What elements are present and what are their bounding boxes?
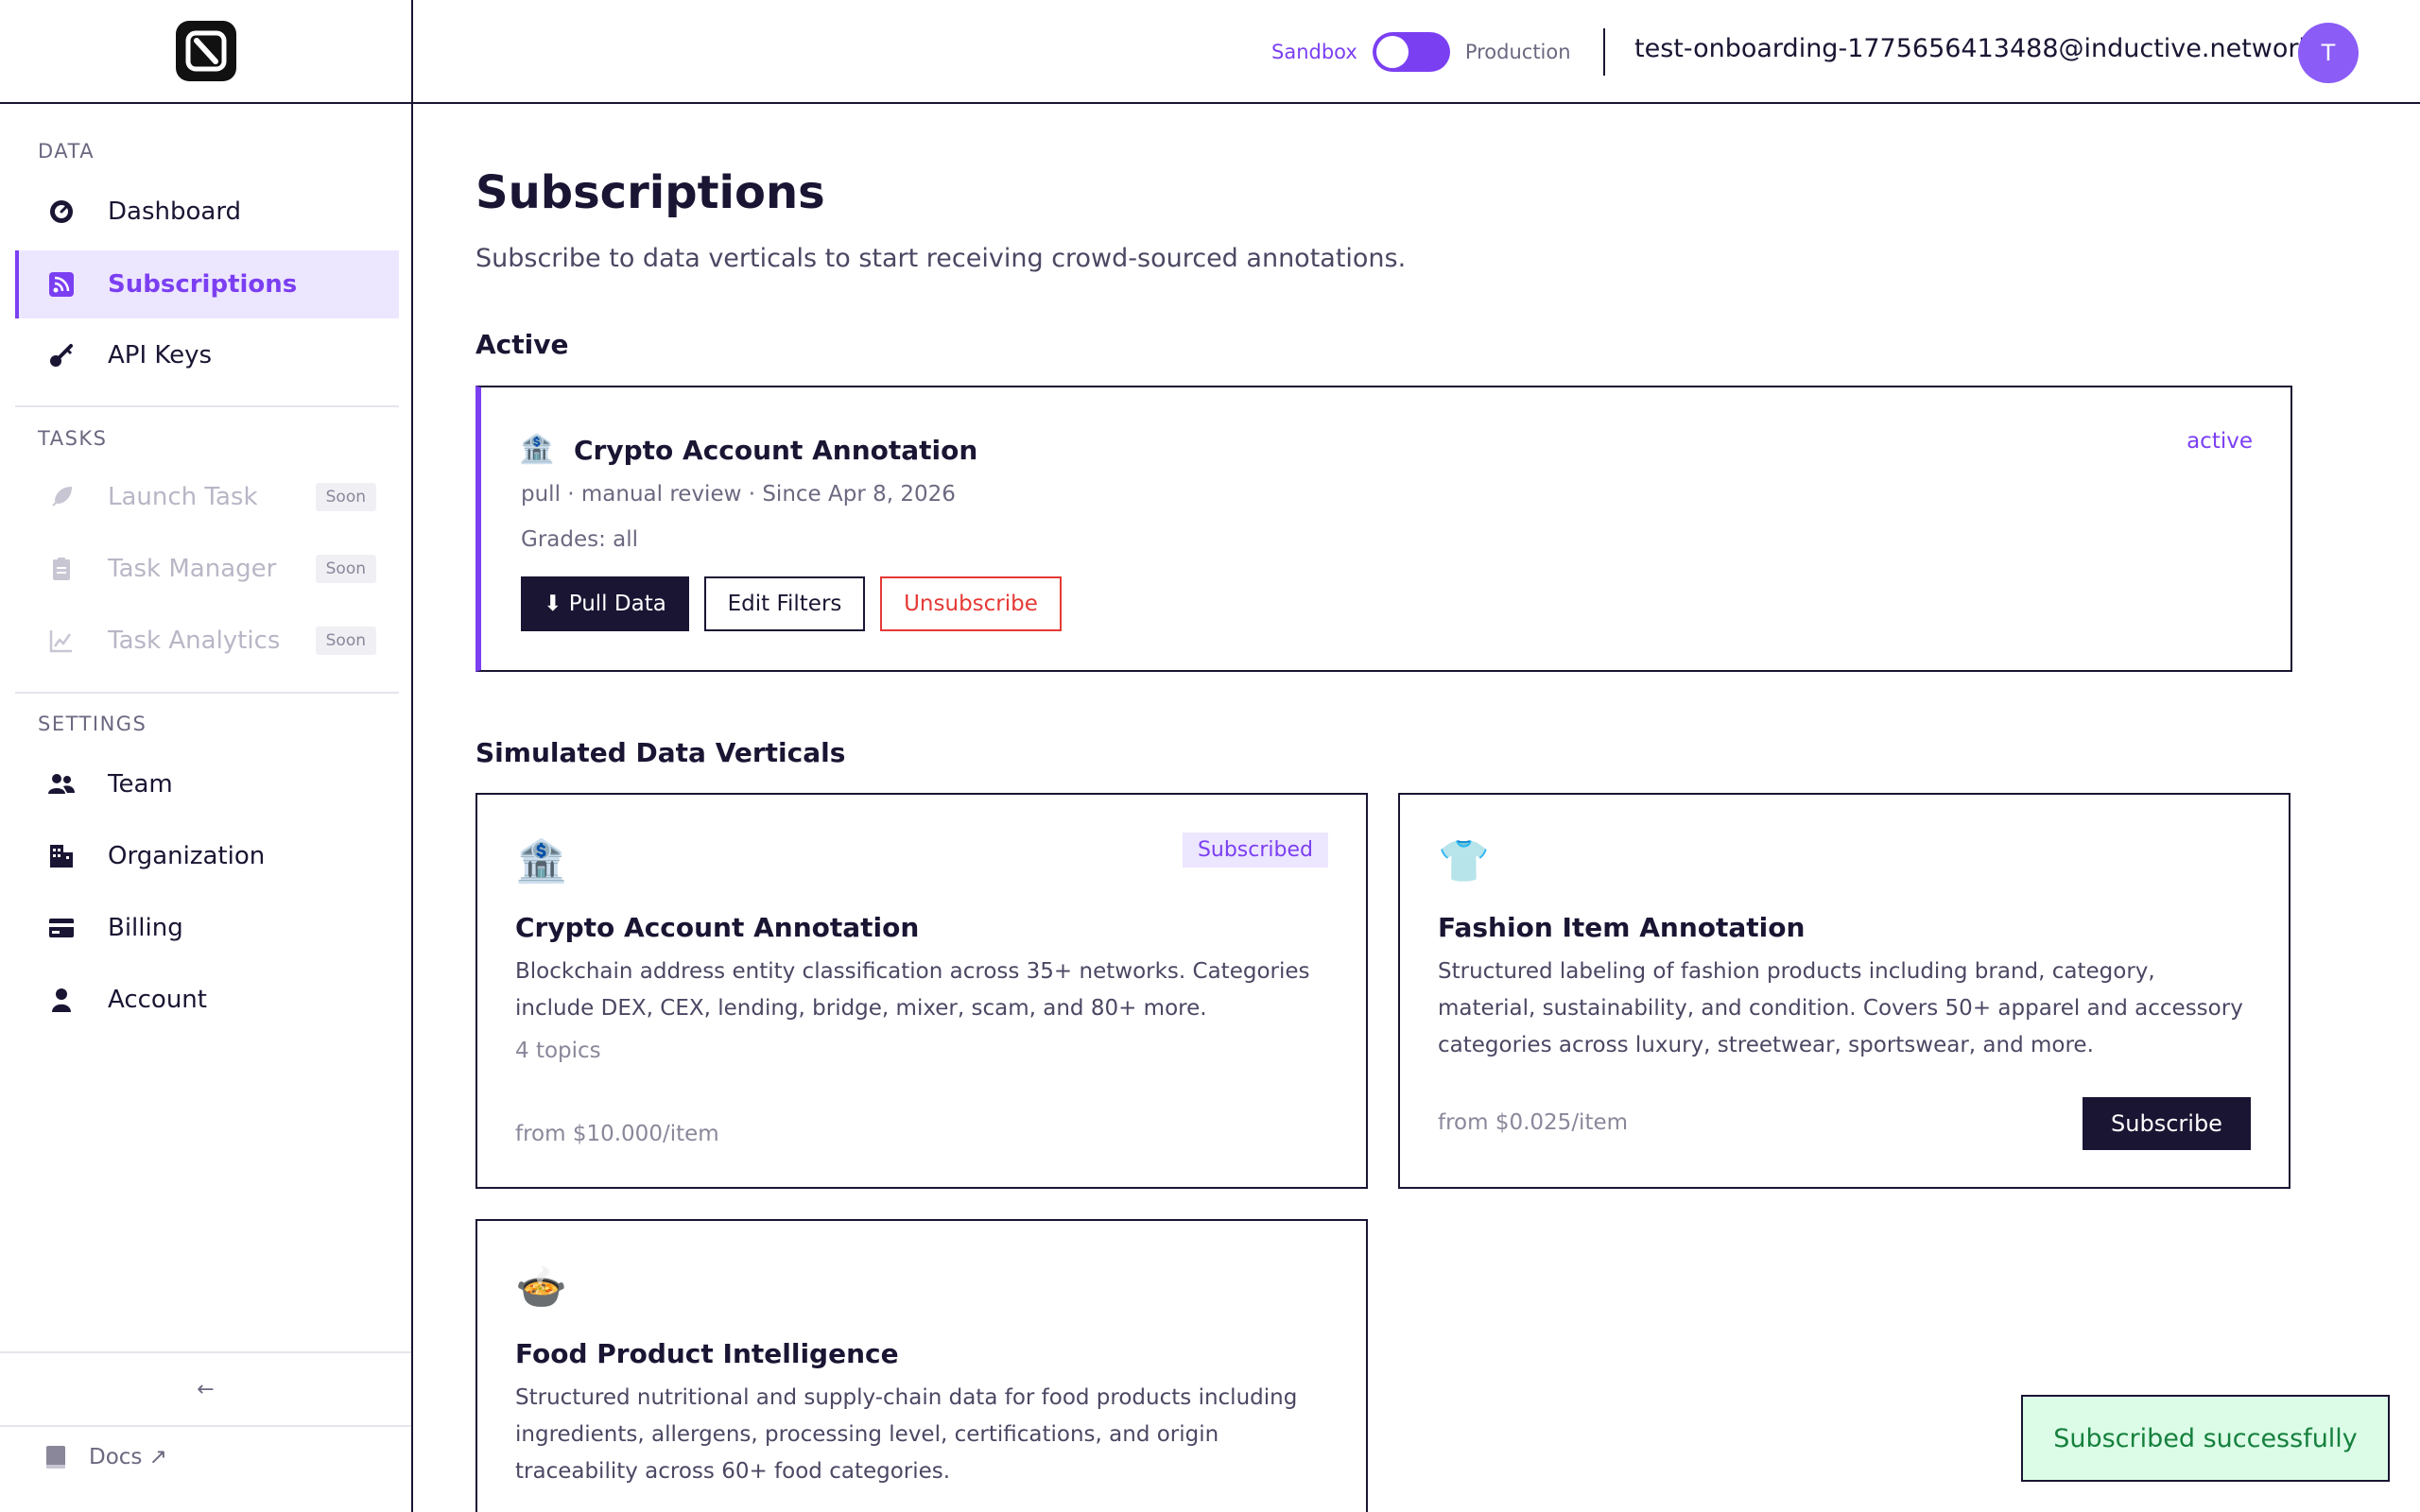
vertical-title: Fashion Item Annotation: [1438, 912, 1806, 943]
logo-icon: [185, 30, 226, 72]
sidebar-item-label: Task Analytics: [108, 627, 281, 655]
docs-link[interactable]: Docs ↗: [43, 1444, 167, 1470]
subscribe-button[interactable]: Subscribe: [2083, 1097, 2251, 1150]
subscription-grades: Grades: all: [521, 527, 639, 552]
section-title-data: DATA: [38, 140, 95, 163]
sidebar-item-label: Dashboard: [108, 198, 242, 226]
soon-badge: Soon: [315, 555, 376, 583]
vertical-description: Structured labeling of fashion products …: [1438, 959, 2243, 1057]
vertical-description: Blockchain address entity classification…: [515, 959, 1310, 1021]
sidebar: DATA Dashboard Subscriptions API Keys TA…: [0, 0, 413, 1512]
building-icon: [47, 842, 76, 870]
chart-icon: [47, 627, 76, 655]
active-heading: Active: [475, 329, 569, 360]
vertical-card-fashion: 👕 Fashion Item Annotation Structured lab…: [1398, 793, 2290, 1189]
sidebar-item-dashboard[interactable]: Dashboard: [15, 178, 399, 246]
vertical-card-food: 🍲 Food Product Intelligence Structured n…: [475, 1219, 1368, 1512]
rss-icon: [47, 270, 76, 299]
clipboard-icon: [47, 555, 76, 583]
subscribed-badge: Subscribed: [1182, 833, 1328, 868]
sidebar-item-task-analytics: Task Analytics Soon: [15, 607, 399, 675]
sidebar-item-account[interactable]: Account: [15, 966, 399, 1034]
docs-label: Docs ↗: [89, 1445, 167, 1469]
topbar-divider: [1603, 28, 1605, 76]
sidebar-item-task-manager: Task Manager Soon: [15, 535, 399, 603]
sidebar-item-label: Task Manager: [108, 555, 277, 583]
sidebar-item-label: API Keys: [108, 341, 213, 369]
vertical-card-crypto: 🏦 Subscribed Crypto Account Annotation B…: [475, 793, 1368, 1189]
active-subscription-card: 🏦 Crypto Account Annotation active pull …: [475, 386, 2292, 672]
edit-filters-button[interactable]: Edit Filters: [704, 576, 865, 631]
arrow-left-icon: ←: [197, 1377, 215, 1401]
rocket-icon: [47, 483, 76, 511]
production-label: Production: [1464, 41, 1571, 63]
unsubscribe-button[interactable]: Unsubscribe: [880, 576, 1062, 631]
sidebar-item-label: Subscriptions: [108, 270, 298, 299]
gauge-icon: [47, 198, 76, 226]
vertical-title: Food Product Intelligence: [515, 1338, 899, 1369]
sidebar-item-label: Launch Task: [108, 483, 258, 511]
sidebar-item-launch-task: Launch Task Soon: [15, 463, 399, 531]
user-email: test-onboarding-1775656413488@inductive.…: [1634, 34, 2314, 63]
subscription-name: Crypto Account Annotation: [574, 435, 978, 466]
soon-badge: Soon: [315, 627, 376, 655]
sidebar-item-label: Billing: [108, 914, 183, 942]
sidebar-item-label: Organization: [108, 842, 266, 870]
toggle-knob: [1375, 36, 1409, 68]
environment-toggle[interactable]: [1372, 32, 1450, 72]
section-title-settings: SETTINGS: [38, 713, 147, 735]
verticals-heading: Simulated Data Verticals: [475, 737, 846, 768]
environment-switch: Sandbox Production: [1271, 32, 1571, 72]
bank-icon: 🏦: [515, 837, 567, 885]
sidebar-item-api-keys[interactable]: API Keys: [15, 321, 399, 389]
page-subtitle: Subscribe to data verticals to start rec…: [475, 244, 1407, 273]
team-icon: [47, 770, 76, 799]
vertical-topics: 4 topics: [515, 1039, 601, 1063]
key-icon: [47, 341, 76, 369]
status-badge: active: [2187, 429, 2253, 454]
bank-icon: 🏦: [519, 433, 555, 466]
food-bowl-icon: 🍲: [515, 1263, 567, 1312]
vertical-price: from $10.000/item: [515, 1122, 719, 1146]
credit-card-icon: [47, 914, 76, 942]
user-icon: [47, 986, 76, 1014]
sidebar-item-label: Account: [108, 986, 207, 1014]
vertical-description: Structured nutritional and supply-chain …: [515, 1385, 1298, 1484]
shirt-icon: 👕: [1438, 837, 1490, 885]
sidebar-divider: [15, 692, 399, 694]
sidebar-divider: [15, 405, 399, 407]
topbar: Sandbox Production test-onboarding-17756…: [413, 0, 2420, 104]
sidebar-item-billing[interactable]: Billing: [15, 894, 399, 962]
page-title: Subscriptions: [475, 166, 825, 219]
pull-data-button[interactable]: ⬇ Pull Data: [521, 576, 689, 631]
sidebar-item-label: Team: [108, 770, 173, 799]
success-toast: Subscribed successfully: [2021, 1395, 2390, 1482]
book-icon: [43, 1444, 68, 1470]
soon-badge: Soon: [315, 483, 376, 511]
sidebar-item-organization[interactable]: Organization: [15, 822, 399, 890]
sidebar-item-subscriptions[interactable]: Subscriptions: [15, 250, 399, 318]
subscription-meta: pull · manual review · Since Apr 8, 2026: [521, 482, 956, 507]
section-title-tasks: TASKS: [38, 427, 108, 450]
sandbox-label: Sandbox: [1271, 41, 1357, 63]
logo[interactable]: [175, 21, 236, 81]
avatar[interactable]: T: [2298, 23, 2359, 83]
sidebar-item-team[interactable]: Team: [15, 750, 399, 818]
collapse-sidebar-button[interactable]: ←: [0, 1351, 411, 1427]
vertical-price: from $0.025/item: [1438, 1110, 1629, 1135]
logo-container: [0, 0, 411, 104]
vertical-title: Crypto Account Annotation: [515, 912, 920, 943]
